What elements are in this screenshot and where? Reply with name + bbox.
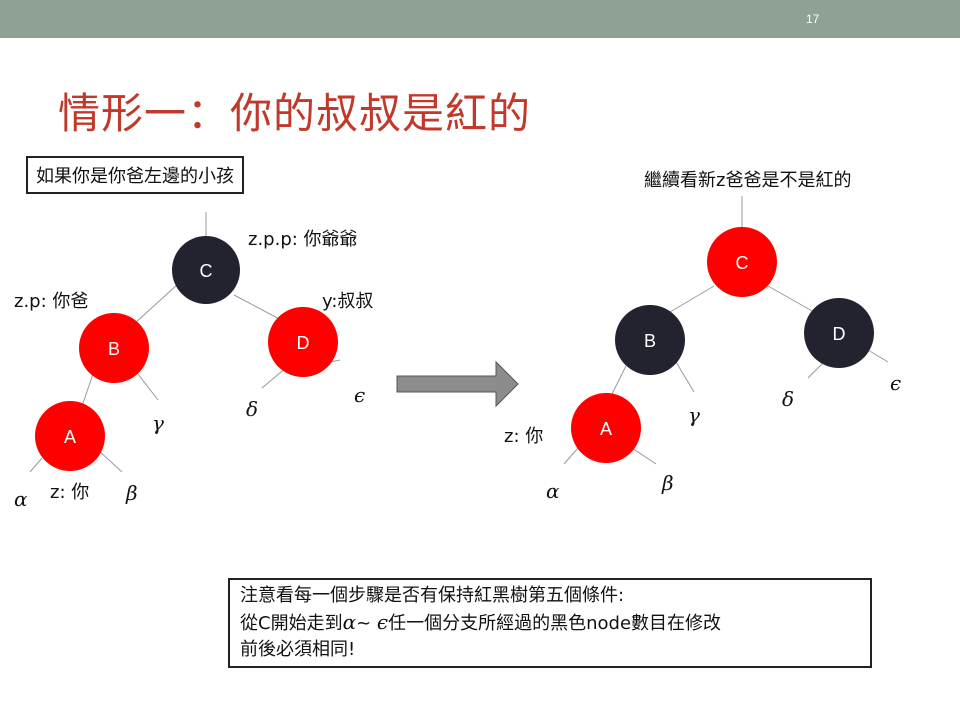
right-leaf-delta: δ	[782, 387, 794, 411]
right-leaf-epsilon: ϵ	[890, 371, 901, 395]
bottom-note-line1: 注意看每一個步驟是否有保持紅黑樹第五個條件:	[240, 585, 625, 606]
bottom-note-alpha: α	[342, 610, 357, 634]
transform-arrow	[396, 360, 519, 408]
right-label-self: z: 你	[504, 426, 543, 447]
left-leaf-beta: β	[125, 481, 138, 505]
bottom-note-line2: 從C開始走到α~ ϵ任一個分支所經過的黑色node數目在修改	[240, 609, 860, 637]
left-node-a-label: A	[64, 427, 76, 447]
left-leaf-alpha: α	[14, 487, 28, 511]
left-label-parent: z.p: 你爸	[14, 291, 88, 312]
left-leaf-gamma: γ	[152, 411, 164, 435]
left-leaf-delta: δ	[246, 397, 258, 421]
left-node-c-label: C	[200, 261, 213, 281]
right-node-a-label: A	[600, 419, 612, 439]
left-node-b-label: B	[108, 339, 120, 359]
bottom-note-tilde: ~	[356, 613, 377, 634]
left-label-grandparent: z.p.p: 你爺爺	[248, 229, 358, 250]
bottom-note-line3: 前後必須相同!	[240, 639, 356, 660]
right-node-c-label: C	[736, 253, 749, 273]
bottom-note-epsilon: ϵ	[376, 610, 389, 634]
right-node-d-label: D	[833, 324, 846, 344]
right-node-b-label: B	[644, 331, 656, 351]
right-leaf-alpha: α	[546, 479, 560, 503]
left-node-d-label: D	[297, 333, 310, 353]
left-label-self: z: 你	[50, 482, 89, 503]
bottom-note-line2-prefix: 從C開始走到	[240, 613, 343, 634]
bottom-note: 注意看每一個步驟是否有保持紅黑樹第五個條件: 從C開始走到α~ ϵ任一個分支所經…	[228, 578, 872, 668]
right-leaf-beta: β	[661, 471, 674, 495]
right-leaf-gamma: γ	[688, 403, 700, 427]
left-label-uncle: y:叔叔	[322, 291, 373, 312]
left-leaf-epsilon: ϵ	[354, 383, 365, 407]
bottom-note-line2-suffix: 任一個分支所經過的黑色node數目在修改	[388, 613, 722, 634]
